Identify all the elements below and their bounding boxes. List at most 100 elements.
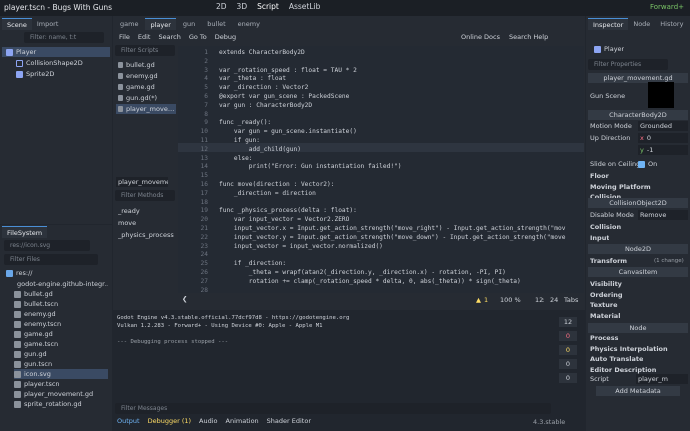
inspector-section[interactable]: Texture: [590, 300, 618, 310]
script-resource[interactable]: player_m: [636, 374, 688, 384]
path-field[interactable]: res://icon.svg: [4, 240, 90, 251]
slide-checkbox[interactable]: On: [638, 159, 657, 169]
tab-filesystem[interactable]: FileSystem: [2, 226, 48, 238]
inspector-section[interactable]: Material: [590, 311, 620, 321]
files-filter-input[interactable]: Filter Files: [4, 254, 98, 265]
file-item[interactable]: bullet.gd: [14, 289, 108, 299]
up-y-field[interactable]: y -1: [638, 145, 688, 155]
method-item[interactable]: _ready: [118, 206, 176, 216]
add-metadata-button[interactable]: Add Metadata: [596, 386, 680, 396]
code-line: input_vector.x = Input.get_action_streng…: [219, 225, 566, 232]
tab-output[interactable]: Output: [117, 417, 140, 425]
tab-history[interactable]: History: [655, 18, 688, 30]
tab-import[interactable]: Import: [32, 18, 64, 30]
zoom-level[interactable]: 100 %: [500, 296, 521, 304]
menu-debug[interactable]: Debug: [215, 33, 236, 41]
menu-goto[interactable]: Go To: [189, 33, 207, 41]
tab-node[interactable]: Node: [628, 18, 655, 30]
tree-item-player[interactable]: Player: [2, 47, 110, 57]
scene-filter-input[interactable]: Filter: name, t:t: [24, 32, 104, 43]
script-item[interactable]: enemy.gd: [116, 71, 176, 81]
gun-scene-preview[interactable]: [648, 82, 674, 108]
indent-mode[interactable]: Tabs: [564, 296, 578, 304]
scripts-filter-input[interactable]: Filter Scripts: [115, 45, 175, 56]
methods-filter-input[interactable]: Filter Methods: [115, 190, 175, 201]
inspector-section[interactable]: Ordering: [590, 290, 623, 300]
message-filter-toggle[interactable]: 0: [559, 359, 577, 369]
method-item[interactable]: move: [118, 218, 176, 228]
message-filter-toggle[interactable]: 0: [559, 373, 577, 383]
search-help-button[interactable]: Search Help: [509, 33, 548, 41]
inspector-section[interactable]: Visibility: [590, 279, 622, 289]
line-number: 4: [204, 75, 208, 83]
motion-mode-select[interactable]: Grounded: [638, 121, 688, 131]
character-body-icon: [6, 48, 13, 56]
up-x-field[interactable]: x0: [638, 133, 688, 143]
script-item[interactable]: player_move…: [116, 104, 176, 114]
file-item[interactable]: player_movement.gd: [14, 389, 108, 399]
file-item[interactable]: icon.svg: [14, 369, 108, 379]
tree-item-collisionshape2d[interactable]: CollisionShape2D: [16, 58, 110, 68]
script-item[interactable]: game.gd: [116, 82, 176, 92]
file-item[interactable]: player.tscn: [14, 379, 108, 389]
tab-game[interactable]: game: [115, 18, 143, 30]
file-item[interactable]: sprite_rotation.gd: [14, 399, 108, 409]
script-item[interactable]: gun.gd(*): [116, 93, 176, 103]
tab-animation[interactable]: Animation: [226, 417, 259, 425]
tab-bullet[interactable]: bullet: [202, 18, 230, 30]
method-item[interactable]: _physics_process: [118, 230, 176, 240]
file-item[interactable]: game.gd: [14, 329, 108, 339]
inspector-section[interactable]: Collision: [590, 222, 621, 232]
disable-mode-select[interactable]: Remove: [638, 210, 688, 220]
workspace-assetlib-button[interactable]: AssetLib: [289, 2, 321, 11]
message-filter-toggle[interactable]: 0: [559, 331, 577, 341]
tab-enemy[interactable]: enemy: [233, 18, 265, 30]
code-editor[interactable]: 1 extends CharacterBody2D 2 3 var _rotation_…: [178, 46, 584, 293]
inspector-section[interactable]: Process: [590, 333, 618, 343]
tab-audio[interactable]: Audio: [199, 417, 217, 425]
folder-root[interactable]: res://: [6, 268, 106, 278]
inspector-section[interactable]: Input: [590, 233, 609, 243]
file-item[interactable]: godot-engine.github-integr…: [14, 279, 108, 289]
inspector-section[interactable]: Moving Platform: [590, 182, 651, 192]
version-label: 4.3.stable: [533, 418, 566, 426]
workspace-script-button[interactable]: Script: [257, 2, 279, 11]
menu-search[interactable]: Search: [158, 33, 180, 41]
message-filter-toggle[interactable]: 12: [559, 317, 577, 327]
tab-debugger[interactable]: Debugger (1): [148, 417, 191, 425]
workspace-3d-button[interactable]: 3D: [237, 2, 248, 11]
menu-file[interactable]: File: [119, 33, 130, 41]
file-item[interactable]: game.tscn: [14, 339, 108, 349]
file-item[interactable]: gun.gd: [14, 349, 108, 359]
tree-item-sprite2d[interactable]: Sprite2D: [16, 69, 110, 79]
messages-filter-input[interactable]: Filter Messages: [115, 403, 551, 414]
file-item[interactable]: bullet.tscn: [14, 299, 108, 309]
menu-edit[interactable]: Edit: [138, 33, 151, 41]
tab-gun[interactable]: gun: [178, 18, 200, 30]
inspector-section[interactable]: Auto Translate: [590, 354, 643, 364]
warning-icon[interactable]: ▲: [476, 296, 481, 304]
renderer-select[interactable]: Forward+: [650, 3, 684, 11]
inspector-section[interactable]: Editor Description: [590, 365, 656, 375]
file-icon: [14, 350, 21, 358]
workspace-2d-button[interactable]: 2D: [216, 2, 227, 11]
message-filter-toggle[interactable]: 0: [559, 345, 577, 355]
file-item[interactable]: enemy.tscn: [14, 319, 108, 329]
change-count: (1 change): [654, 258, 684, 264]
file-item[interactable]: enemy.gd: [14, 309, 108, 319]
section-transform[interactable]: Transform: [590, 256, 627, 266]
script-icon: [118, 106, 123, 112]
separator: :: [542, 296, 545, 304]
tab-shader-editor[interactable]: Shader Editor: [267, 417, 311, 425]
tab-inspector[interactable]: Inspector: [588, 18, 629, 30]
script-item[interactable]: bullet.gd: [116, 60, 176, 70]
inspected-node[interactable]: Player: [594, 44, 624, 54]
file-item[interactable]: gun.tscn: [14, 359, 108, 369]
tab-scene[interactable]: Scene: [2, 18, 32, 30]
left-arrow-icon[interactable]: ❮: [182, 295, 187, 303]
tab-player[interactable]: player: [145, 18, 176, 30]
inspector-section[interactable]: Physics Interpolation: [590, 344, 668, 354]
inspector-section[interactable]: Floor: [590, 171, 609, 181]
properties-filter-input[interactable]: Filter Properties: [588, 59, 668, 70]
online-docs-button[interactable]: Online Docs: [461, 33, 500, 41]
